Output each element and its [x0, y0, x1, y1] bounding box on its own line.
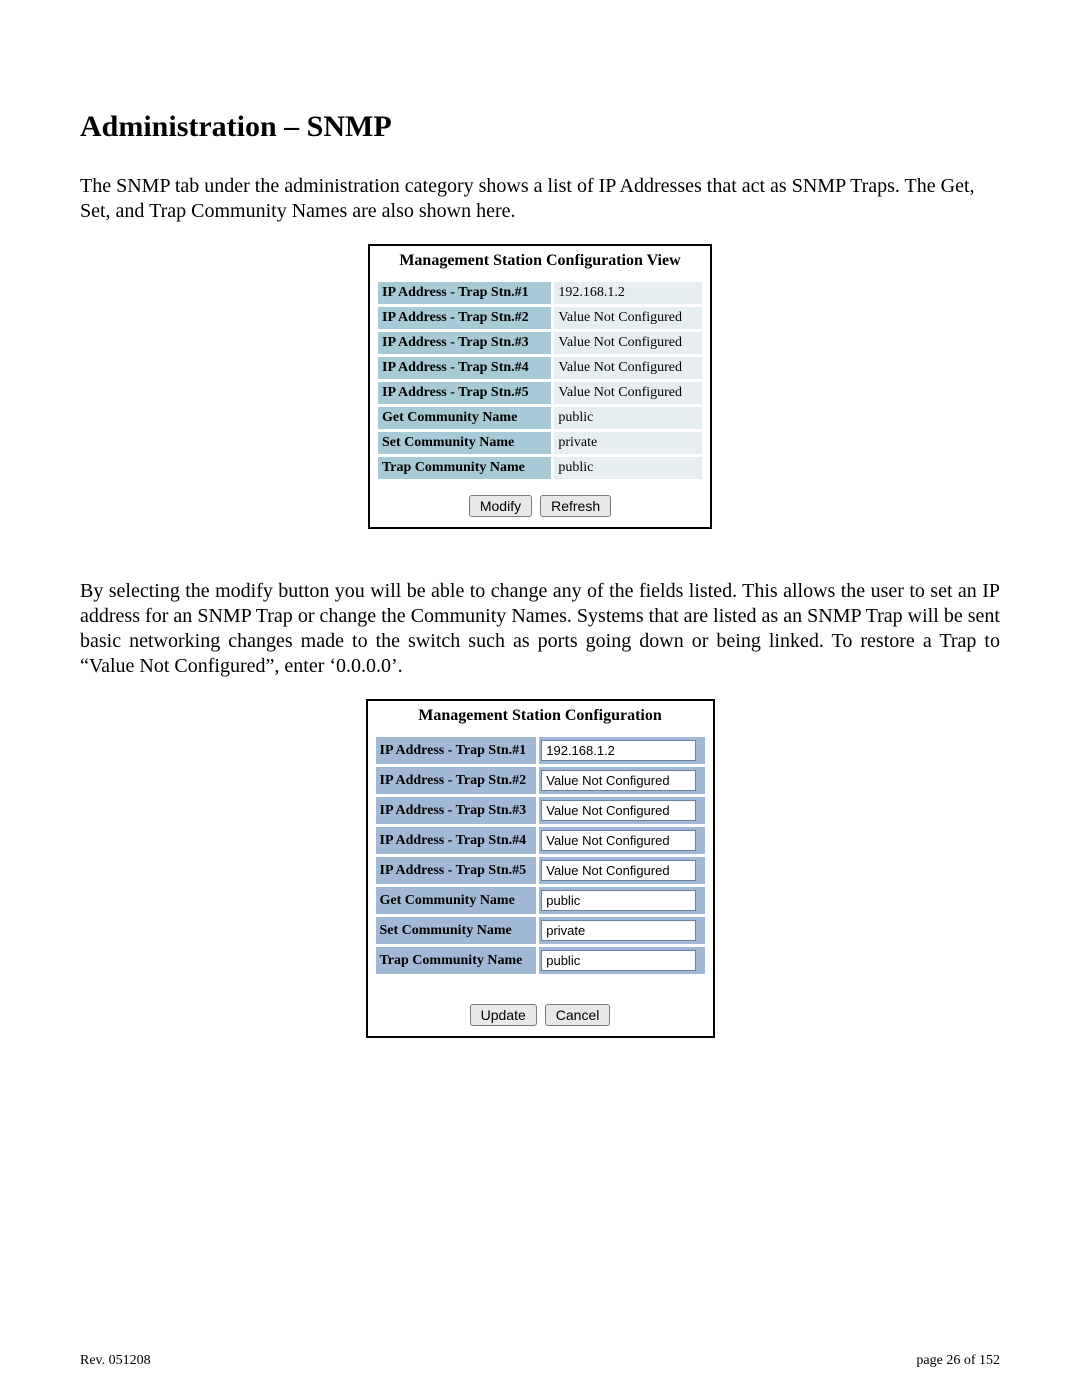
edit-trap-stn-3-label: IP Address - Trap Stn.#3 — [375, 796, 538, 825]
snmp-view-table: IP Address - Trap Stn.#1 192.168.1.2 IP … — [376, 280, 704, 481]
trap-stn-1-label: IP Address - Trap Stn.#1 — [377, 281, 552, 305]
trap-stn-3-value: Value Not Configured — [553, 331, 703, 355]
modify-button[interactable]: Modify — [469, 495, 532, 517]
table-row: Get Community Name — [375, 886, 706, 915]
edit-trap-stn-1-input[interactable] — [541, 740, 696, 761]
trap-stn-4-label: IP Address - Trap Stn.#4 — [377, 356, 552, 380]
table-row: IP Address - Trap Stn.#5 Value Not Confi… — [377, 381, 703, 405]
trap-community-label: Trap Community Name — [377, 456, 552, 480]
footer-page-number: page 26 of 152 — [916, 1353, 1000, 1369]
edit-set-community-label: Set Community Name — [375, 916, 538, 945]
modify-description-paragraph: By selecting the modify button you will … — [80, 579, 1000, 679]
intro-paragraph: The SNMP tab under the administration ca… — [80, 174, 1000, 224]
table-row: IP Address - Trap Stn.#5 — [375, 856, 706, 885]
table-row: IP Address - Trap Stn.#4 — [375, 826, 706, 855]
snmp-edit-table: IP Address - Trap Stn.#1 IP Address - Tr… — [374, 735, 707, 976]
trap-stn-1-value: 192.168.1.2 — [553, 281, 703, 305]
edit-trap-stn-3-input[interactable] — [541, 800, 696, 821]
trap-stn-2-value: Value Not Configured — [553, 306, 703, 330]
page-title: Administration – SNMP — [80, 110, 1000, 144]
set-community-label: Set Community Name — [377, 431, 552, 455]
trap-stn-5-value: Value Not Configured — [553, 381, 703, 405]
edit-panel-title: Management Station Configuration — [374, 705, 707, 735]
edit-trap-stn-4-label: IP Address - Trap Stn.#4 — [375, 826, 538, 855]
footer-revision: Rev. 051208 — [80, 1353, 151, 1369]
edit-trap-stn-1-label: IP Address - Trap Stn.#1 — [375, 736, 538, 765]
table-row: IP Address - Trap Stn.#3 — [375, 796, 706, 825]
trap-stn-5-label: IP Address - Trap Stn.#5 — [377, 381, 552, 405]
edit-trap-community-label: Trap Community Name — [375, 946, 538, 975]
table-row: IP Address - Trap Stn.#2 — [375, 766, 706, 795]
table-row: Trap Community Name public — [377, 456, 703, 480]
snmp-edit-panel: Management Station Configuration IP Addr… — [366, 699, 715, 1038]
table-row: IP Address - Trap Stn.#4 Value Not Confi… — [377, 356, 703, 380]
set-community-value: private — [553, 431, 703, 455]
snmp-view-panel: Management Station Configuration View IP… — [368, 244, 712, 529]
view-panel-title: Management Station Configuration View — [376, 250, 704, 280]
table-row: Get Community Name public — [377, 406, 703, 430]
update-button[interactable]: Update — [470, 1004, 537, 1026]
edit-trap-stn-2-input[interactable] — [541, 770, 696, 791]
edit-get-community-input[interactable] — [541, 890, 696, 911]
table-row: Set Community Name — [375, 916, 706, 945]
table-row: Trap Community Name — [375, 946, 706, 975]
trap-stn-3-label: IP Address - Trap Stn.#3 — [377, 331, 552, 355]
table-row: IP Address - Trap Stn.#3 Value Not Confi… — [377, 331, 703, 355]
edit-trap-stn-5-label: IP Address - Trap Stn.#5 — [375, 856, 538, 885]
table-row: Set Community Name private — [377, 431, 703, 455]
get-community-label: Get Community Name — [377, 406, 552, 430]
cancel-button[interactable]: Cancel — [545, 1004, 611, 1026]
table-row: IP Address - Trap Stn.#1 192.168.1.2 — [377, 281, 703, 305]
edit-trap-stn-4-input[interactable] — [541, 830, 696, 851]
trap-stn-2-label: IP Address - Trap Stn.#2 — [377, 306, 552, 330]
edit-trap-stn-5-input[interactable] — [541, 860, 696, 881]
edit-get-community-label: Get Community Name — [375, 886, 538, 915]
table-row: IP Address - Trap Stn.#1 — [375, 736, 706, 765]
edit-set-community-input[interactable] — [541, 920, 696, 941]
get-community-value: public — [553, 406, 703, 430]
table-row: IP Address - Trap Stn.#2 Value Not Confi… — [377, 306, 703, 330]
edit-trap-stn-2-label: IP Address - Trap Stn.#2 — [375, 766, 538, 795]
refresh-button[interactable]: Refresh — [540, 495, 611, 517]
trap-community-value: public — [553, 456, 703, 480]
trap-stn-4-value: Value Not Configured — [553, 356, 703, 380]
edit-trap-community-input[interactable] — [541, 950, 696, 971]
